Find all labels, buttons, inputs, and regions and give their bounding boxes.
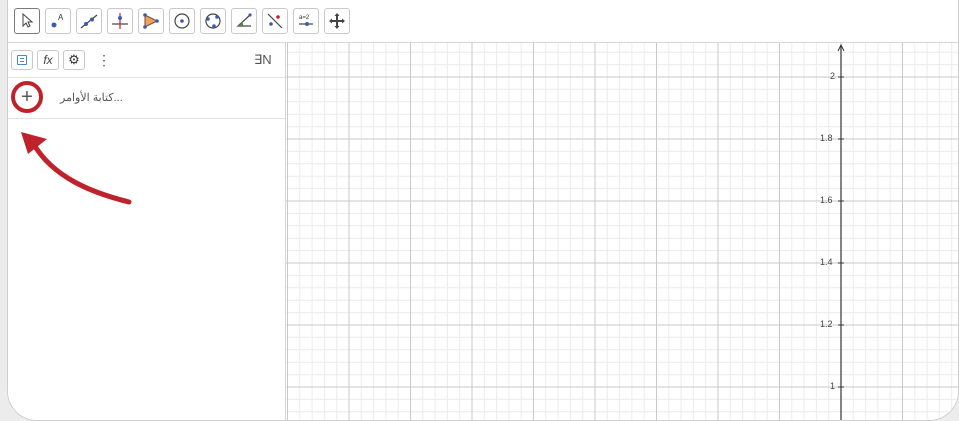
- algebra-view-toggle-button[interactable]: [11, 50, 33, 70]
- slider-tool-button[interactable]: a=2: [293, 8, 319, 34]
- geogebra-window: A a=2 fx ⚙ ⋮ ∃N + ...كتابة الأوامر 2 1.8…: [7, 0, 959, 421]
- graphics-view[interactable]: 2 1.8 1.6 1.4 1.2 1: [286, 43, 958, 420]
- perpendicular-line-tool-icon: [112, 13, 128, 29]
- y-tick-label: 1.6: [820, 195, 833, 205]
- line-tool-button[interactable]: [76, 8, 102, 34]
- gear-icon: ⚙: [68, 52, 80, 67]
- algebra-view-icon: [17, 55, 27, 65]
- input-bar: + ...كتابة الأوامر: [8, 78, 285, 119]
- line-tool-icon: [80, 14, 98, 29]
- point-tool-icon: A: [51, 13, 64, 28]
- perpendicular-line-tool-button[interactable]: [107, 8, 133, 34]
- angle-tool-icon: [236, 13, 252, 27]
- circle-three-points-tool-button[interactable]: [200, 8, 226, 34]
- circle-three-points-tool-icon: [205, 13, 221, 29]
- toolbar: A a=2: [8, 0, 958, 43]
- y-tick-label: 1.2: [820, 319, 833, 329]
- slider-tool-icon: a=2: [299, 15, 313, 26]
- angle-tool-button[interactable]: [231, 8, 257, 34]
- circle-center-point-tool-button[interactable]: [169, 8, 195, 34]
- circle-center-point-tool-icon: [174, 13, 190, 29]
- settings-button[interactable]: ⚙: [63, 50, 85, 70]
- polygon-tool-button[interactable]: [138, 8, 164, 34]
- add-object-button[interactable]: +: [11, 81, 43, 113]
- more-options-icon[interactable]: ⋮: [97, 52, 111, 69]
- command-input-field[interactable]: ...كتابة الأوامر: [60, 91, 123, 104]
- polygon-tool-icon: [143, 13, 159, 29]
- algebra-view: fx ⚙ ⋮ ∃N + ...كتابة الأوامر: [8, 43, 286, 420]
- graphics-grid: [286, 43, 958, 420]
- y-tick-label: 1.4: [820, 257, 833, 267]
- reflect-tool-button[interactable]: [262, 8, 288, 34]
- svg-text:a=2: a=2: [299, 15, 310, 21]
- move-tool-button[interactable]: [14, 8, 40, 34]
- fx-icon: fx: [43, 53, 53, 67]
- y-tick-label: 1: [830, 381, 836, 391]
- move-tool-icon: [22, 12, 34, 28]
- move-graphics-view-tool-icon: [329, 13, 345, 29]
- plus-icon: +: [21, 86, 33, 108]
- algebra-view-toolbar: fx ⚙ ⋮ ∃N: [8, 43, 285, 78]
- y-tick-label: 2: [830, 71, 836, 81]
- point-tool-button[interactable]: A: [45, 8, 71, 34]
- sort-icon[interactable]: ∃N: [254, 52, 272, 68]
- y-tick-label: 1.8: [820, 133, 833, 143]
- reflect-tool-icon: [267, 13, 283, 29]
- app-frame: A a=2 fx ⚙ ⋮ ∃N + ...كتابة الأوامر 2 1.8…: [0, 0, 959, 421]
- svg-text:A: A: [58, 13, 64, 22]
- fx-button[interactable]: fx: [37, 50, 59, 70]
- move-graphics-view-tool-button[interactable]: [324, 8, 350, 34]
